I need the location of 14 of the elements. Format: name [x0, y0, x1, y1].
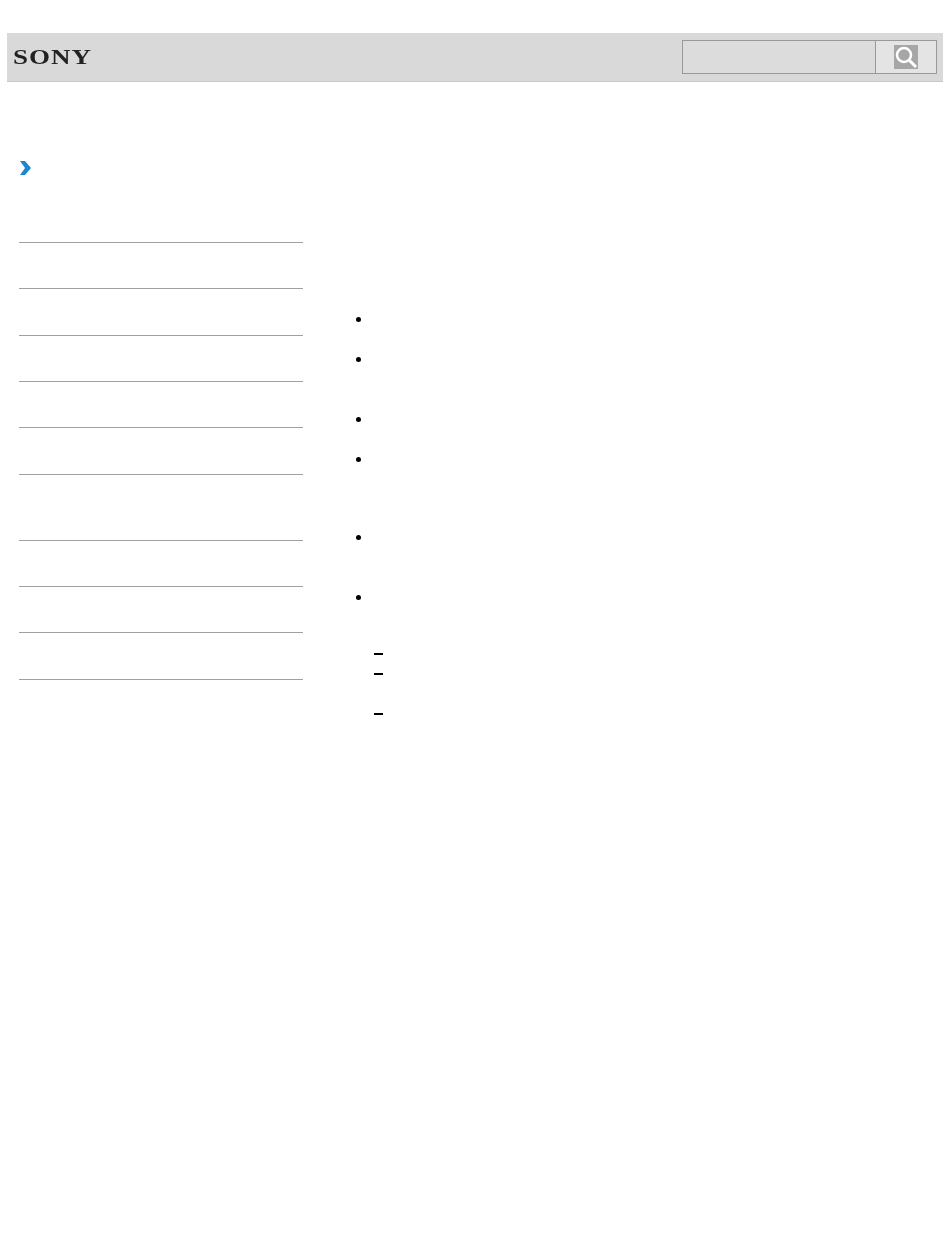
- search-field[interactable]: [682, 40, 876, 74]
- chevron-icon[interactable]: [19, 160, 32, 176]
- bullet-icon: [356, 535, 361, 540]
- bullet-icon: [356, 317, 361, 322]
- bullet-icon: [356, 357, 361, 362]
- bullet-icon: [356, 457, 361, 462]
- search-icon: [894, 45, 918, 69]
- bullet-icon: [356, 417, 361, 422]
- dash-icon: [374, 673, 383, 675]
- bullet-icon: [356, 595, 361, 600]
- logo: SONY: [13, 44, 92, 70]
- dash-icon: [374, 713, 383, 715]
- dash-icon: [374, 653, 383, 655]
- search-button[interactable]: [876, 40, 937, 74]
